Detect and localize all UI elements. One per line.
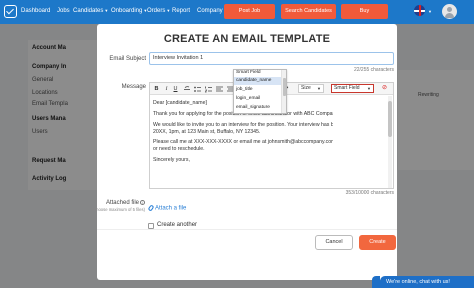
font-size-select[interactable]: Size ▼ [298,84,324,93]
create-another-label[interactable]: Create another [157,222,197,228]
post-job-button[interactable]: Post Job [224,4,275,19]
font-size-label: Size [301,85,311,91]
nav-candidates[interactable]: Candidates▼ [73,8,108,14]
reset-icon[interactable]: ⊘ [382,84,387,91]
attached-file-hint: (Choose maximum of 5 files) [91,207,145,212]
create-button[interactable]: Create [359,235,396,250]
nav-company[interactable]: Company [197,8,223,14]
message-label: Message [121,84,146,90]
nav-onboarding[interactable]: Onboarding▼ [111,8,147,14]
smart-field-option[interactable]: Smart Field [234,69,282,77]
nav-orders-label: Orders [147,8,166,14]
message-line: or need to reschedule. [153,146,205,153]
top-navbar: Dashboard Jobs Candidates▼ Onboarding▼ O… [0,0,474,24]
bold-button[interactable]: B [153,85,160,93]
email-subject-label: Email Subject [109,56,146,62]
chevron-down-icon: ▼ [317,86,321,91]
nav-orders[interactable]: Orders▼ [147,8,170,14]
attach-file-link[interactable]: Attach a file [147,204,187,212]
strikethrough-icon[interactable] [184,86,190,90]
logo-icon[interactable] [4,5,17,18]
search-candidates-button[interactable]: Search Candidates [281,4,336,19]
attach-file-text: Attach a file [155,205,187,212]
info-icon[interactable]: i [140,200,145,205]
message-line: 20XX, 1pm, at 123 Main st, Buffalo, NY 1… [153,128,261,135]
buy-button[interactable]: Buy [341,4,388,19]
smart-field-option-selected[interactable]: candidate_name [234,77,282,85]
message-line: We would like to invite you to an interv… [153,121,333,128]
message-line: Sincerely yours, [153,157,190,164]
smart-field-label: Smart Field [334,85,360,91]
chat-widget[interactable]: We're online, chat with us! [380,276,474,288]
nav-report[interactable]: Report [172,8,190,14]
nav-dashboard[interactable]: Dashboard [21,8,50,14]
editor-scrollbar[interactable] [388,96,392,188]
email-subject-input[interactable]: Interview Invitation 1 [149,52,394,65]
create-email-template-modal: CREATE AN EMAIL TEMPLATE Email Subject I… [92,24,397,280]
smart-field-option[interactable]: login_email [234,95,282,103]
user-avatar[interactable] [442,4,457,19]
align-left-icon[interactable] [216,86,223,92]
attached-file-text: Attached file [105,200,139,207]
cancel-button[interactable]: Cancel [315,235,353,250]
underline-button[interactable]: U [172,85,179,93]
subject-char-counter: 22/255 characters [353,67,394,73]
chevron-down-icon: ▼ [367,86,371,91]
attached-file-label: Attached file i [97,200,145,206]
modal-divider [97,229,397,230]
language-flag-icon[interactable] [414,5,425,16]
bullet-list-icon[interactable] [194,86,202,92]
chevron-down-icon: ▼ [104,8,109,13]
smart-field-option[interactable]: job_title [234,86,282,94]
chevron-down-icon[interactable]: ▼ [428,9,432,14]
chat-widget-tab[interactable] [372,276,380,288]
dropdown-scrollbar[interactable] [281,70,286,113]
chevron-down-icon: ▼ [166,8,171,13]
editor-scrollbar-thumb[interactable] [388,101,392,137]
message-char-counter: 353/10000 characters [345,190,394,196]
smart-field-option[interactable]: email_signature [234,104,282,112]
nav-candidates-label: Candidates [73,8,104,14]
message-line: Please call me at XXX-XXX-XXXX or email … [153,139,333,146]
smart-field-select[interactable]: Smart Field ▼ [331,84,374,93]
smart-field-dropdown: Smart Field candidate_name job_title log… [233,69,287,114]
nav-jobs[interactable]: Jobs [57,8,70,14]
paperclip-icon [147,204,155,212]
modal-title: CREATE AN EMAIL TEMPLATE [163,33,331,45]
italic-button[interactable]: I [163,85,170,93]
nav-onboarding-label: Onboarding [111,8,143,14]
dropdown-scrollbar-thumb[interactable] [283,78,286,96]
numbered-list-icon[interactable] [204,86,213,93]
